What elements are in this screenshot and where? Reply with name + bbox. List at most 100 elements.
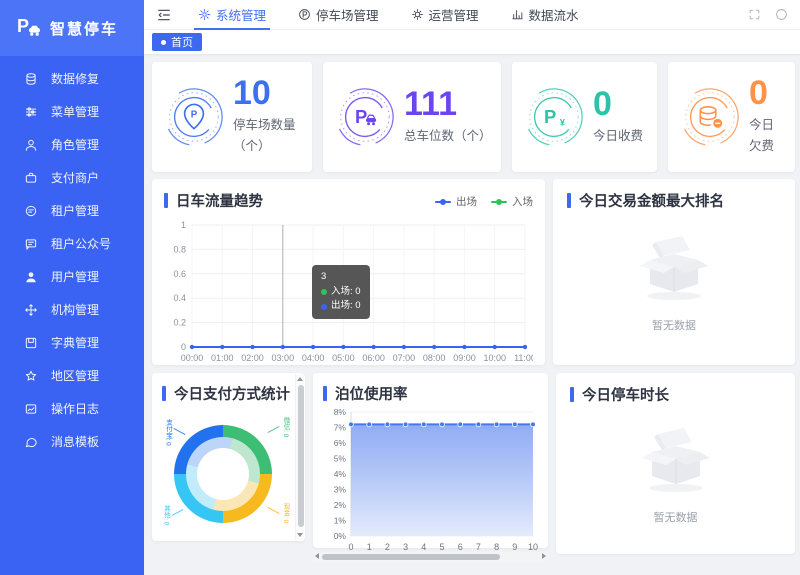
tab[interactable]: 数据流水 [495, 0, 595, 30]
empty-box-icon [632, 424, 720, 501]
main-column: 系统管理 停车场管理 运营管理 数据流水 [144, 0, 800, 575]
svg-text:2%: 2% [334, 500, 347, 510]
legend-item[interactable]: 出场 [435, 194, 477, 209]
svg-text:0.2: 0.2 [173, 318, 186, 328]
flow-line-chart: 00:0001:0002:0003:0004:0005:0006:0007:00… [164, 217, 533, 372]
chat-square-icon [24, 237, 38, 251]
svg-text:10:00: 10:00 [483, 353, 506, 363]
sidebar-item-label: 租户公众号 [51, 235, 111, 252]
svg-text:2: 2 [385, 542, 390, 552]
svg-text:00:00: 00:00 [181, 353, 204, 363]
sidebar-item-label: 地区管理 [51, 367, 99, 384]
flow-trend-card: 日车流量趋势 出场 入场 [152, 179, 545, 365]
card-title: 泊位使用率 [323, 383, 544, 404]
svg-text:8%: 8% [334, 407, 347, 417]
scroll-right-icon[interactable] [542, 553, 546, 559]
svg-text:0: 0 [348, 542, 353, 552]
sidebar-item[interactable]: 消息模板 [0, 425, 144, 458]
svg-text:0%: 0% [334, 531, 347, 541]
scroll-up-icon[interactable] [297, 377, 303, 381]
stat-value: 111 [404, 87, 491, 123]
sidebar-item[interactable]: 支付商户 [0, 161, 144, 194]
tab[interactable]: 停车场管理 [282, 0, 395, 30]
svg-text:4%: 4% [334, 469, 347, 479]
collapse-menu-icon[interactable] [156, 7, 172, 23]
scroll-left-icon[interactable] [315, 553, 319, 559]
svg-text:09:00: 09:00 [453, 353, 476, 363]
sidebar-item[interactable]: 租户公众号 [0, 227, 144, 260]
svg-text:7: 7 [476, 542, 481, 552]
horizontal-scrollbar[interactable] [313, 552, 548, 561]
top-tabs: 系统管理 停车场管理 运营管理 数据流水 [182, 0, 595, 30]
topbar: 系统管理 停车场管理 运营管理 数据流水 [144, 0, 800, 30]
bar-chart-icon [511, 8, 524, 21]
dot-icon [161, 40, 166, 45]
cog-icon [411, 8, 424, 21]
legend-marker-icon [491, 201, 507, 203]
legend-marker-icon [435, 201, 451, 203]
svg-text:0: 0 [181, 342, 186, 352]
empty-text: 暂无数据 [654, 509, 698, 525]
sidebar-item[interactable]: 操作日志 [0, 392, 144, 425]
tab-label: 停车场管理 [316, 5, 379, 24]
svg-text:01:00: 01:00 [211, 353, 234, 363]
org-icon [24, 303, 38, 317]
stat-label: 总车位数（个） [404, 126, 491, 147]
svg-text:3: 3 [403, 542, 408, 552]
scrollbar-thumb[interactable] [298, 385, 304, 527]
app-root: P 智慧停车 数据修复 菜单管理 角色管理 [0, 0, 800, 575]
sidebar-item[interactable]: 角色管理 [0, 128, 144, 161]
sidebar-item[interactable]: 租户管理 [0, 194, 144, 227]
parking-car-ring-icon: P [334, 86, 396, 148]
parking-duration-card: 今日停车时长 暂无数据 [556, 373, 795, 554]
sidebar-item-label: 机构管理 [51, 301, 99, 318]
scroll-down-icon[interactable] [297, 533, 303, 537]
logo-parking-icon: P [16, 14, 42, 43]
tenant-icon [24, 204, 38, 218]
sidebar: P 智慧停车 数据修复 菜单管理 角色管理 [0, 0, 144, 575]
stat-value: 0 [593, 87, 643, 123]
svg-text:07:00: 07:00 [393, 353, 416, 363]
logo[interactable]: P 智慧停车 [0, 0, 144, 56]
svg-text:0.8: 0.8 [173, 244, 186, 254]
svg-text:04:00: 04:00 [302, 353, 325, 363]
sidebar-item-label: 租户管理 [51, 202, 99, 219]
sidebar-item-label: 数据修复 [51, 70, 99, 87]
svg-text:0.6: 0.6 [173, 269, 186, 279]
svg-text:6%: 6% [334, 438, 347, 448]
sidebar-item[interactable]: 数据修复 [0, 62, 144, 95]
sidebar-item-label: 支付商户 [51, 169, 99, 186]
svg-text:6: 6 [458, 542, 463, 552]
stat-label: 停车场数量（个） [233, 115, 302, 158]
sidebar-item[interactable]: 机构管理 [0, 293, 144, 326]
legend-item[interactable]: 入场 [491, 194, 533, 209]
sidebar-item[interactable]: 地区管理 [0, 359, 144, 392]
dict-icon [24, 336, 38, 350]
breadcrumb-tag-home[interactable]: 首页 [152, 33, 202, 51]
sidebar-item[interactable]: 用户管理 [0, 260, 144, 293]
sidebar-item[interactable]: 菜单管理 [0, 95, 144, 128]
vertical-scrollbar[interactable] [295, 374, 304, 540]
svg-text:08:00: 08:00 [423, 353, 446, 363]
sidebar-item-label: 操作日志 [51, 400, 99, 417]
sidebar-item-label: 菜单管理 [51, 103, 99, 120]
svg-text:06:00: 06:00 [362, 353, 385, 363]
svg-text:P: P [17, 16, 29, 36]
tab[interactable]: 系统管理 [182, 0, 282, 30]
avatar-icon[interactable] [775, 8, 788, 21]
fullscreen-icon[interactable] [748, 8, 761, 21]
tab[interactable]: 运营管理 [395, 0, 495, 30]
card-title: 今日支付方式统计 [162, 383, 305, 404]
empty-text: 暂无数据 [652, 317, 696, 333]
donut-slice-label: 微信: 0 [282, 417, 289, 437]
stat-value: 10 [233, 76, 302, 112]
payment-donut-chart[interactable] [174, 425, 272, 523]
berth-usage-card: 泊位使用率 8%7%6%5%4%3%2%1%0%012345678910 [313, 373, 548, 548]
sidebar-item[interactable]: 字典管理 [0, 326, 144, 359]
svg-text:05:00: 05:00 [332, 353, 355, 363]
stat-cards-row: P 10 停车场数量（个） P 111 总车位数（个） [152, 62, 795, 172]
svg-text:5%: 5% [334, 454, 347, 464]
app-title: 智慧停车 [50, 18, 118, 39]
scrollbar-thumb[interactable] [322, 554, 500, 560]
card-title: 今日停车时长 [570, 384, 781, 405]
